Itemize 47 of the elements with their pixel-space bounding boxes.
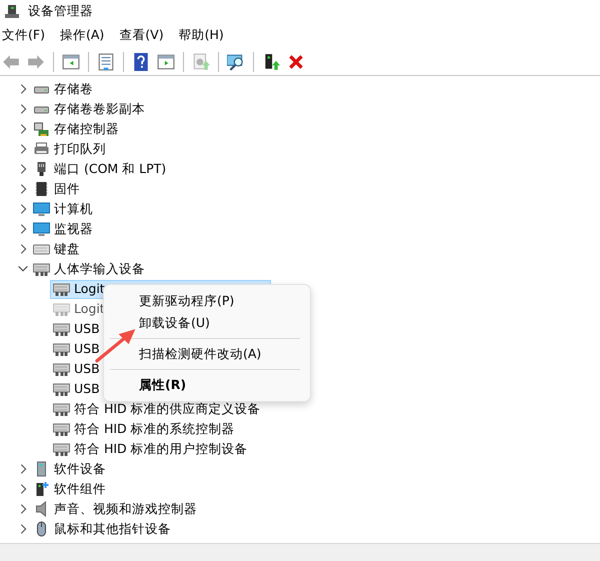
tree-item[interactable]: 符合 HID 标准的供应商定义设备 (74, 400, 261, 418)
tree-item[interactable]: USB (74, 380, 100, 398)
tree-item[interactable]: USB (74, 360, 100, 378)
monitor-icon (33, 201, 50, 217)
keyboard-icon (53, 401, 70, 417)
keyboard-icon (53, 321, 70, 337)
keyboard-icon (53, 341, 70, 357)
menu-item[interactable]: 帮助(H) (178, 26, 232, 45)
menu-item[interactable]: 操作(A) (60, 26, 112, 45)
keyboard-icon (53, 361, 70, 377)
keyboard-icon (53, 421, 70, 437)
tree-item[interactable]: 鼠标和其他指针设备 (54, 520, 171, 538)
tree-item[interactable]: Logit (74, 280, 105, 298)
tree-item[interactable]: 符合 HID 标准的系统控制器 (74, 420, 235, 438)
printer-icon (33, 141, 50, 157)
keyboard-icon (53, 301, 70, 317)
tree-item[interactable]: 计算机 (54, 200, 93, 218)
tree-item[interactable]: 存储卷卷影副本 (54, 100, 145, 118)
menu-item[interactable]: 文件(F) (2, 26, 53, 45)
monitor-icon (33, 221, 50, 237)
keyboard-icon (53, 381, 70, 397)
menu-item[interactable]: 更新驱动程序(P) (108, 290, 306, 312)
menu-item[interactable]: 扫描检测硬件改动(A) (108, 343, 306, 365)
menu-item[interactable]: 查看(V) (119, 26, 172, 45)
keyboard-icon (53, 281, 70, 297)
menu-item[interactable]: 卸载设备(U) (108, 312, 306, 334)
tree-item[interactable]: 存储控制器 (54, 120, 119, 138)
tree-item[interactable]: 人体学输入设备 (54, 260, 145, 278)
tree-item[interactable]: 声音、视频和游戏控制器 (54, 500, 197, 518)
menu-item[interactable]: 属性(R) (108, 374, 306, 396)
chip-icon (33, 181, 50, 197)
tree-item[interactable]: 监视器 (54, 220, 93, 238)
window-title: 设备管理器 (28, 2, 93, 20)
tree-item[interactable]: 端口 (COM 和 LPT) (54, 160, 166, 178)
tree-item[interactable]: USB (74, 340, 100, 358)
tree-item[interactable]: 键盘 (54, 240, 80, 258)
controller-icon (33, 121, 50, 137)
tree-item[interactable]: 打印队列 (54, 140, 106, 158)
keyboard-icon (53, 441, 70, 457)
tree-item[interactable]: 符合 HID 标准的用户控制设备 (74, 440, 248, 458)
tree-item[interactable]: USB (74, 320, 100, 338)
tree-item[interactable]: 软件设备 (54, 460, 106, 478)
app-icon (4, 3, 20, 19)
tree-item[interactable]: 存储卷 (54, 80, 93, 98)
tree-item[interactable]: 固件 (54, 180, 80, 198)
tree-item[interactable]: 软件组件 (54, 480, 106, 498)
keyboard-icon (33, 261, 50, 277)
